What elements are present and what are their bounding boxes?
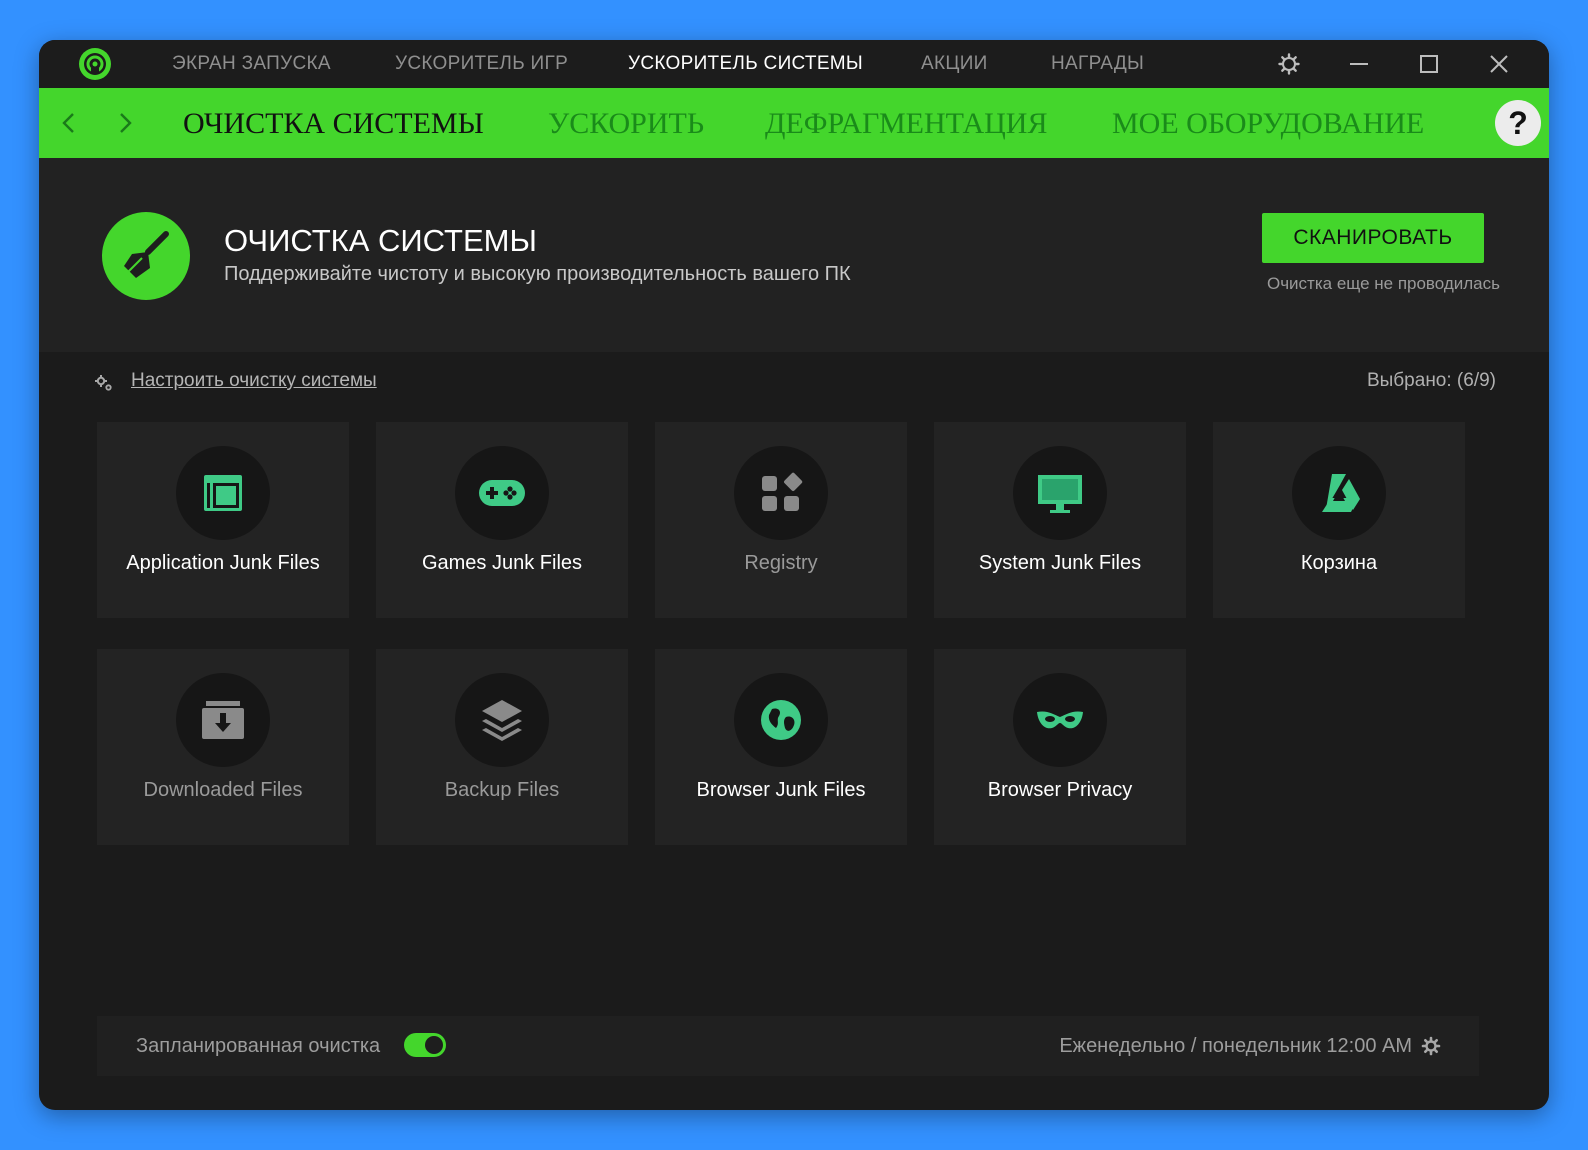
app-window: ЭКРАН ЗАПУСКА УСКОРИТЕЛЬ ИГР УСКОРИТЕЛЬ … [39,40,1549,1110]
tile-label: Registry [744,552,818,574]
configure-cleanup-link[interactable]: Настроить очистку системы [131,370,377,392]
tile-registry[interactable]: Registry [655,422,907,618]
toggle-knob [425,1036,443,1054]
subtab-boost[interactable]: УСКОРИТЬ [548,88,704,158]
gear-icon[interactable] [1275,50,1303,78]
sub-navigation: ОЧИСТКА СИСТЕМЫ УСКОРИТЬ ДЕФРАГМЕНТАЦИЯ … [39,88,1549,158]
schedule-toggle[interactable] [404,1033,446,1057]
title-bar: ЭКРАН ЗАПУСКА УСКОРИТЕЛЬ ИГР УСКОРИТЕЛЬ … [39,40,1549,88]
back-arrow-icon[interactable] [55,108,83,138]
tab-rewards[interactable]: НАГРАДЫ [1051,40,1144,88]
tile-games-junk-files[interactable]: Games Junk Files [376,422,628,618]
page-subtitle: Поддерживайте чистоту и высокую производ… [224,263,851,285]
tile-system-junk-files[interactable]: System Junk Files [934,422,1186,618]
download-folder-icon [202,701,244,739]
scan-status: Очистка еще не проводилась [1266,274,1500,293]
subtab-my-hardware[interactable]: МОЕ ОБОРУДОВАНИЕ [1112,88,1424,158]
broom-icon [124,231,169,278]
layers-icon [482,700,522,741]
maximize-icon[interactable] [1415,50,1443,78]
schedule-gear-icon[interactable] [1421,1036,1441,1056]
tile-label: Корзина [1300,552,1378,574]
tile-label: Browser Privacy [987,779,1133,801]
selected-count: Выбрано: (6/9) [1366,370,1496,391]
tab-deals[interactable]: АКЦИИ [921,40,988,88]
schedule-bar: Запланированная очистка Еженедельно / по… [97,1016,1479,1076]
tile-browser-junk-files[interactable]: Browser Junk Files [655,649,907,845]
forward-arrow-icon[interactable] [111,108,139,138]
page-header: ОЧИСТКА СИСТЕМЫ Поддерживайте чистоту и … [39,158,1549,352]
tile-label: Backup Files [444,779,560,801]
schedule-value: Еженедельно / понедельник 12:00 AM [1059,1035,1412,1057]
tab-game-booster[interactable]: УСКОРИТЕЛЬ ИГР [395,40,568,88]
registry-blocks-icon [762,472,803,511]
mask-icon [1037,711,1083,729]
recycle-triangle-icon [1322,474,1360,512]
tile-label: Browser Junk Files [696,779,866,801]
tile-application-junk-files[interactable]: Application Junk Files [97,422,349,618]
tab-system-booster[interactable]: УСКОРИТЕЛЬ СИСТЕМЫ [628,40,863,88]
monitor-icon [1038,475,1082,513]
subtab-defragmentation[interactable]: ДЕФРАГМЕНТАЦИЯ [765,88,1047,158]
tile-downloaded-files[interactable]: Downloaded Files [97,649,349,845]
tile-label: Application Junk Files [126,552,320,574]
scan-button[interactable]: СКАНИРОВАТЬ [1262,213,1484,263]
tile-label: System Junk Files [978,552,1142,574]
settings-gears-icon[interactable] [94,373,114,393]
cortex-logo-icon[interactable] [77,46,113,82]
page-title: ОЧИСТКА СИСТЕМЫ [224,223,537,258]
tile-recycle-bin[interactable]: Корзина [1213,422,1465,618]
close-icon[interactable] [1485,50,1513,78]
minimize-icon[interactable] [1345,50,1373,78]
globe-icon [761,700,801,740]
tile-label: Downloaded Files [143,779,303,801]
broom-badge [102,212,190,300]
subtab-system-cleanup[interactable]: ОЧИСТКА СИСТЕМЫ [183,88,484,158]
tile-backup-files[interactable]: Backup Files [376,649,628,845]
tile-browser-privacy[interactable]: Browser Privacy [934,649,1186,845]
schedule-label: Запланированная очистка [136,1035,381,1057]
app-panel-icon [204,475,242,511]
tab-launch-screen[interactable]: ЭКРАН ЗАПУСКА [172,40,331,88]
gamepad-icon [479,480,525,506]
help-button[interactable]: ? [1495,100,1541,146]
tile-label: Games Junk Files [421,552,583,574]
